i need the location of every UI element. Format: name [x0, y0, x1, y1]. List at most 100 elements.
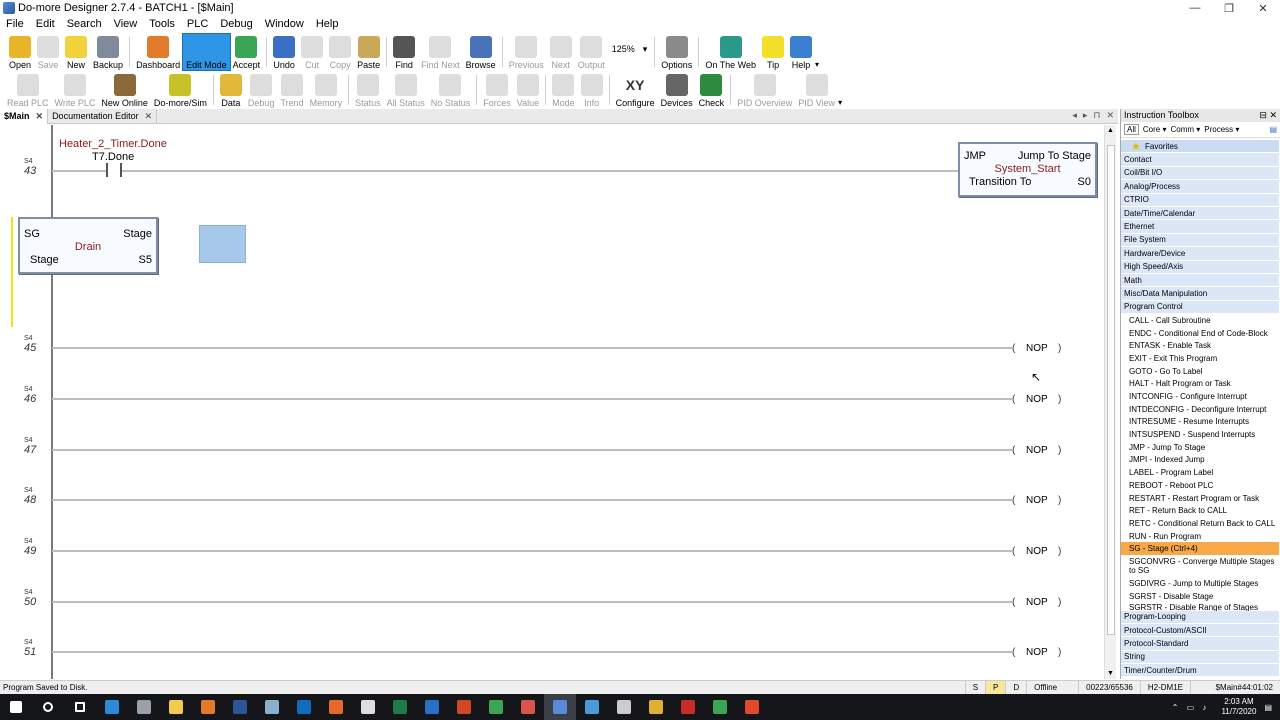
- toolbox-item[interactable]: JMP - Jump To Stage: [1121, 441, 1279, 454]
- tools-icon[interactable]: [352, 694, 384, 720]
- read-plc-button[interactable]: Read PLC: [4, 72, 52, 108]
- browse-button[interactable]: Browse: [463, 34, 499, 70]
- undo-button[interactable]: Undo: [270, 34, 298, 70]
- close-button[interactable]: ✕: [1246, 0, 1280, 16]
- zoom-level[interactable]: 125%: [608, 34, 639, 54]
- filter-core-dropdown[interactable]: Core ▾: [1143, 125, 1167, 134]
- notifications-icon[interactable]: ▤: [1264, 703, 1272, 712]
- app4-icon[interactable]: [576, 694, 608, 720]
- copy-button[interactable]: Copy: [326, 34, 354, 70]
- toolbox-item[interactable]: SGCONVRG - Converge Multiple Stages to S…: [1121, 555, 1279, 577]
- output-button[interactable]: Output: [575, 34, 608, 70]
- app7-icon[interactable]: [736, 694, 768, 720]
- domore-icon[interactable]: [544, 694, 576, 720]
- toolbox-category[interactable]: Ethernet: [1121, 220, 1279, 234]
- forces-button[interactable]: Forces: [480, 72, 514, 108]
- sg-stage-box[interactable]: SG Stage Drain Stage S5: [18, 217, 158, 274]
- info-button[interactable]: Info: [578, 72, 606, 108]
- nop-coil[interactable]: (NOP): [1012, 595, 1072, 609]
- tab-right-icon[interactable]: ▸: [1083, 110, 1088, 121]
- previous-button[interactable]: Previous: [506, 34, 547, 70]
- toolbox-item[interactable]: LABEL - Program Label: [1121, 466, 1279, 479]
- task-view-icon[interactable]: [64, 694, 96, 720]
- toolbox-category[interactable]: Program Control: [1121, 300, 1279, 315]
- write-plc-button[interactable]: Write PLC: [52, 72, 99, 108]
- toolbox-item[interactable]: INTDECONFIG - Deconfigure Interrupt: [1121, 403, 1279, 416]
- debug-button[interactable]: Debug: [245, 72, 278, 108]
- tab-documentation-editor[interactable]: Documentation Editor ✕: [48, 108, 158, 124]
- jmp-instruction-box[interactable]: JMP Jump To Stage System_Start Transitio…: [958, 142, 1097, 197]
- toolbox-item[interactable]: RET - Return Back to CALL: [1121, 504, 1279, 517]
- restore-button[interactable]: ❐: [1212, 0, 1246, 16]
- toolbox-item[interactable]: INTRESUME - Resume Interrupts: [1121, 416, 1279, 429]
- toolbox-category[interactable]: Misc/Data Manipulation: [1121, 287, 1279, 301]
- camtasia-icon[interactable]: [480, 694, 512, 720]
- scrollbar-thumb[interactable]: [1107, 145, 1115, 635]
- toolbox-item[interactable]: GOTO - Go To Label: [1121, 365, 1279, 378]
- app3-icon[interactable]: [512, 694, 544, 720]
- toolbox-category[interactable]: Hardware/Device: [1121, 247, 1279, 261]
- menu-search[interactable]: Search: [61, 18, 108, 30]
- toolbox-item[interactable]: SG - Stage (Ctrl+4): [1121, 542, 1279, 556]
- new-online-button[interactable]: New Online: [98, 72, 151, 108]
- firefox-icon[interactable]: [320, 694, 352, 720]
- filter-comm-dropdown[interactable]: Comm ▾: [1170, 125, 1200, 134]
- contact-element[interactable]: [104, 163, 124, 177]
- no-status-button[interactable]: No Status: [428, 72, 474, 108]
- toolbox-item[interactable]: RETC - Conditional Return Back to CALL: [1121, 517, 1279, 530]
- word-icon[interactable]: [224, 694, 256, 720]
- menu-view[interactable]: View: [108, 18, 144, 30]
- toolbox-category[interactable]: File System: [1121, 233, 1279, 248]
- menu-file[interactable]: File: [0, 18, 30, 30]
- toolbox-item[interactable]: JMPI - Indexed Jump: [1121, 454, 1279, 467]
- toolbox-category[interactable]: CTRIO: [1121, 193, 1279, 207]
- toolbox-category[interactable]: Timer/Counter/Drum: [1121, 664, 1279, 678]
- minimize-button[interactable]: —: [1178, 0, 1212, 16]
- project-icon[interactable]: [416, 694, 448, 720]
- forms-icon[interactable]: [192, 694, 224, 720]
- toolbox-category[interactable]: String: [1121, 650, 1279, 665]
- memory-button[interactable]: Memory: [307, 72, 346, 108]
- app2-icon[interactable]: [256, 694, 288, 720]
- tray-icons[interactable]: ⌃ ▭ ♪: [1172, 703, 1210, 712]
- toolbox-item[interactable]: SGRSTR - Disable Range of Stages: [1121, 603, 1279, 611]
- toolbar-overflow-icon[interactable]: ▾: [838, 72, 842, 107]
- toolbox-item[interactable]: SGDIVRG - Jump to Multiple Stages: [1121, 577, 1279, 590]
- backup-button[interactable]: Backup: [90, 34, 126, 70]
- filter-process-dropdown[interactable]: Process ▾: [1204, 125, 1239, 134]
- do-more-sim-button[interactable]: Do-more/Sim: [151, 72, 210, 108]
- toolbox-item[interactable]: RESTART - Restart Program or Task: [1121, 492, 1279, 505]
- chrome-icon[interactable]: [640, 694, 672, 720]
- close-icon[interactable]: ✕: [145, 111, 153, 122]
- tip-button[interactable]: Tip: [759, 34, 787, 70]
- toolbox-item[interactable]: REBOOT - Reboot PLC: [1121, 479, 1279, 492]
- toolbox-category[interactable]: High Speed/Axis: [1121, 260, 1279, 274]
- toolbar-overflow-icon[interactable]: ▾: [815, 34, 819, 69]
- taskbar-clock[interactable]: 2:03 AM 11/7/2020: [1221, 697, 1256, 717]
- on-the-web-button[interactable]: On The Web: [702, 34, 759, 70]
- toolbox-close-icon[interactable]: ⊟ ✕: [1259, 110, 1277, 121]
- toolbox-view-icon[interactable]: ▤: [1269, 125, 1277, 134]
- toolbox-category[interactable]: Math: [1121, 273, 1279, 288]
- trend-button[interactable]: Trend: [277, 72, 306, 108]
- devices-button[interactable]: Devices: [658, 72, 696, 108]
- mode-button[interactable]: Mode: [549, 72, 578, 108]
- menu-edit[interactable]: Edit: [30, 18, 61, 30]
- toolbox-item[interactable]: ENDC - Conditional End of Code-Block: [1121, 327, 1279, 340]
- accept-button[interactable]: Accept: [230, 34, 264, 70]
- nop-coil[interactable]: (NOP): [1012, 341, 1072, 355]
- value-button[interactable]: Value: [514, 72, 542, 108]
- menu-tools[interactable]: Tools: [143, 18, 181, 30]
- tab-main[interactable]: $Main ✕: [0, 108, 49, 124]
- excel-icon[interactable]: [384, 694, 416, 720]
- toolbox-category[interactable]: Contact: [1121, 153, 1279, 167]
- find-button[interactable]: Find: [390, 34, 418, 70]
- app5-icon[interactable]: [608, 694, 640, 720]
- outlook-icon[interactable]: [288, 694, 320, 720]
- toolbox-item[interactable]: SGRST - Disable Stage: [1121, 590, 1279, 603]
- toolbox-category[interactable]: Analog/Process: [1121, 180, 1279, 194]
- toolbox-favorites[interactable]: Favorites: [1121, 140, 1279, 154]
- close-icon[interactable]: ✕: [36, 111, 44, 122]
- next-button[interactable]: Next: [547, 34, 575, 70]
- scroll-up-icon[interactable]: ▲: [1107, 127, 1114, 134]
